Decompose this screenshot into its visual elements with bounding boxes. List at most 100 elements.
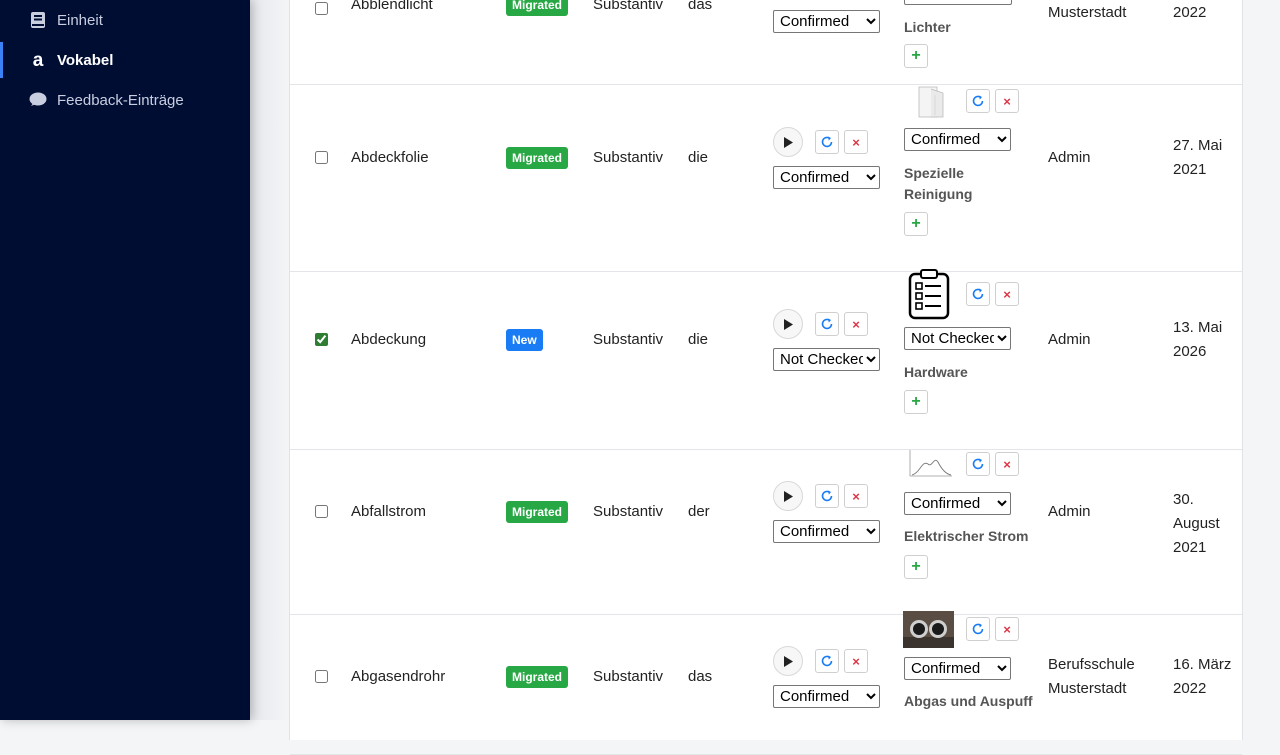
- row-select-checkbox-input[interactable]: [315, 333, 328, 346]
- category-label: Spezielle Reinigung: [904, 165, 973, 202]
- part-of-speech: Substantiv: [593, 331, 664, 348]
- refresh-icon: [815, 484, 839, 508]
- play-audio-button[interactable]: [773, 481, 803, 511]
- word: Abfallstrom: [351, 503, 427, 520]
- foil-roll-icon: [918, 86, 944, 118]
- add-category-button[interactable]: +: [904, 555, 928, 579]
- refresh-image-button[interactable]: [966, 452, 990, 476]
- audio-status-select[interactable]: Confirmed: [773, 520, 880, 543]
- refresh-audio-button[interactable]: [815, 649, 839, 673]
- word: Abdeckung: [351, 331, 427, 348]
- refresh-image-button[interactable]: [966, 617, 990, 641]
- refresh-image-button[interactable]: [966, 89, 990, 113]
- row-select-checkbox[interactable]: [315, 2, 328, 19]
- article: die: [688, 331, 709, 348]
- content-background: [250, 0, 290, 720]
- delete-image-button[interactable]: ×: [995, 452, 1019, 476]
- image-status-dropdown[interactable]: [904, 0, 1012, 5]
- category-label: Elektrischer Strom: [904, 528, 1029, 544]
- image-status-select[interactable]: Not Checked: [904, 327, 1011, 350]
- audio-status-select[interactable]: Not Checked: [773, 348, 880, 371]
- vocabulary-image: [904, 84, 954, 122]
- refresh-icon: [815, 130, 839, 154]
- audio-status-dropdown[interactable]: Confirmed: [773, 520, 880, 543]
- category-label: Hardware: [904, 364, 968, 380]
- refresh-audio-button[interactable]: [815, 312, 839, 336]
- refresh-audio-button[interactable]: [815, 484, 839, 508]
- svg-text:a: a: [33, 51, 44, 69]
- refresh-image-button[interactable]: [966, 282, 990, 306]
- play-audio-button[interactable]: [773, 127, 803, 157]
- play-icon: [773, 309, 803, 339]
- delete-image-button[interactable]: ×: [995, 89, 1019, 113]
- image-status-select[interactable]: Confirmed: [904, 128, 1011, 151]
- row-select-checkbox[interactable]: [315, 333, 328, 350]
- sidebar-item-feedback[interactable]: Feedback-Einträge: [0, 82, 250, 118]
- status-badge: New: [506, 329, 543, 351]
- plus-icon: +: [904, 390, 928, 414]
- sidebar-item-label: Vokabel: [57, 51, 114, 69]
- play-audio-button[interactable]: [773, 646, 803, 676]
- part-of-speech: Substantiv: [593, 503, 664, 520]
- row-select-checkbox[interactable]: [315, 151, 328, 168]
- close-icon: ×: [995, 452, 1019, 476]
- row-select-checkbox-input[interactable]: [315, 670, 328, 683]
- row-select-checkbox-input[interactable]: [315, 151, 328, 164]
- audio-status-dropdown[interactable]: Confirmed: [773, 166, 880, 189]
- delete-audio-button[interactable]: ×: [844, 130, 868, 154]
- author: Admin: [1048, 331, 1091, 348]
- word: Abblendlicht: [351, 0, 433, 13]
- author: Admin: [1048, 149, 1091, 166]
- delete-audio-button[interactable]: ×: [844, 484, 868, 508]
- date: 2022: [1173, 4, 1207, 21]
- delete-audio-button[interactable]: ×: [844, 649, 868, 673]
- audio-status-select[interactable]: Confirmed: [773, 685, 880, 708]
- sidebar-item-einheit[interactable]: Einheit: [0, 2, 250, 38]
- vocabulary-image: [903, 611, 954, 652]
- image-status-dropdown[interactable]: Confirmed: [904, 492, 1011, 515]
- audio-status-select[interactable]: Confirmed: [773, 10, 880, 33]
- sidebar-item-vokabel[interactable]: a Vokabel: [0, 42, 250, 78]
- image-status-dropdown[interactable]: Not Checked: [904, 327, 1011, 350]
- vocabulary-image: [904, 446, 954, 486]
- plus-icon: +: [904, 212, 928, 236]
- delete-image-button[interactable]: ×: [995, 617, 1019, 641]
- sidebar-item-label: Einheit: [57, 11, 103, 29]
- image-status-select[interactable]: Confirmed: [904, 657, 1011, 680]
- refresh-icon: [966, 452, 990, 476]
- row-select-checkbox-input[interactable]: [315, 2, 328, 15]
- word: Abgasendrohr: [351, 668, 446, 685]
- audio-status-dropdown[interactable]: Not Checked: [773, 348, 880, 371]
- audio-status-dropdown[interactable]: Confirmed: [773, 685, 880, 708]
- part-of-speech: Substantiv: [593, 668, 664, 685]
- date: 16. März 2022: [1173, 656, 1232, 697]
- status-badge-label: Migrated: [506, 501, 569, 523]
- row-select-checkbox[interactable]: [315, 670, 328, 687]
- row-select-checkbox[interactable]: [315, 505, 328, 522]
- vocabulary-table: Abblendlicht Migrated Substantiv das Con…: [289, 0, 1243, 755]
- article: die: [688, 149, 709, 166]
- add-category-button[interactable]: +: [904, 390, 928, 414]
- audio-status-select[interactable]: Confirmed: [773, 166, 880, 189]
- add-category-button[interactable]: +: [904, 212, 928, 236]
- part-of-speech: Substantiv: [593, 0, 664, 13]
- play-audio-button[interactable]: [773, 309, 803, 339]
- image-status-dropdown[interactable]: Confirmed: [904, 128, 1011, 151]
- delete-image-button[interactable]: ×: [995, 282, 1019, 306]
- status-badge-label: Migrated: [506, 666, 569, 688]
- table-row: Abdeckfolie Migrated Substantiv die × Co…: [290, 84, 1242, 272]
- audio-status-dropdown[interactable]: Confirmed: [773, 10, 880, 33]
- status-badge: Migrated: [506, 147, 569, 169]
- refresh-audio-button[interactable]: [815, 130, 839, 154]
- delete-audio-button[interactable]: ×: [844, 312, 868, 336]
- image-status-select[interactable]: Confirmed: [904, 492, 1011, 515]
- table-row: Abfallstrom Migrated Substantiv der × Co…: [290, 449, 1242, 615]
- category-label: Abgas und Auspuff: [904, 693, 1033, 709]
- add-category-button[interactable]: +: [904, 44, 928, 68]
- image-status-dropdown[interactable]: Confirmed: [904, 657, 1011, 680]
- plus-icon: +: [904, 555, 928, 579]
- row-select-checkbox-input[interactable]: [315, 505, 328, 518]
- article: das: [688, 0, 713, 13]
- article: der: [688, 503, 710, 520]
- play-icon: [773, 481, 803, 511]
